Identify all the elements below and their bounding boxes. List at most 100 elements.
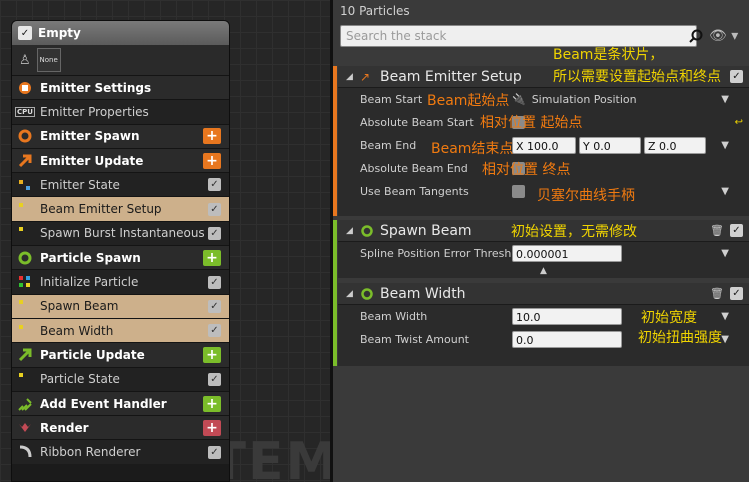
module-enable-checkbox[interactable]: ✓ xyxy=(208,299,221,313)
beam-twist-field[interactable]: 0.0 xyxy=(512,331,622,348)
node-row[interactable]: Beam Emitter Setup ✓ xyxy=(12,196,229,221)
node-row[interactable]: Add Event Handler + xyxy=(12,390,229,416)
node-row-label: Add Event Handler xyxy=(40,396,167,411)
add-module-button[interactable]: + xyxy=(203,346,221,363)
module-enable-checkbox[interactable]: ✓ xyxy=(208,372,221,386)
node-row[interactable]: Emitter Settings xyxy=(12,75,229,100)
beam-width-field[interactable]: 10.0 xyxy=(512,308,622,325)
dropdown-arrow-icon[interactable]: ▼ xyxy=(721,334,729,345)
cpu-icon: CPU xyxy=(15,106,35,117)
node-row-label: Particle State xyxy=(40,372,120,387)
node-row[interactable]: Render + xyxy=(12,415,229,440)
node-row[interactable]: Emitter Spawn + xyxy=(12,123,229,148)
dropdown-arrow-icon[interactable]: ▼ xyxy=(721,311,729,322)
beam-end-x-field[interactable]: X 100.0 xyxy=(512,137,576,154)
module-header[interactable]: ◢ Beam Width 🗑 ✓ xyxy=(338,283,749,305)
selection-stack-panel: 10 Particles Search the stack 👁 ▾ ◢ ↗ Be… xyxy=(333,0,749,482)
param-beam-end: Beam End X 100.0 Y 0.0 Z 0.0 ▼ xyxy=(338,134,749,157)
stack-title: 10 Particles xyxy=(340,4,410,18)
node-row-label: Render xyxy=(40,420,89,435)
node-title-bar[interactable]: ✓ Empty xyxy=(12,21,229,45)
module-enable-checkbox[interactable]: ✓ xyxy=(208,202,221,216)
annotation-abs-start: 相对位置 起始点 xyxy=(480,115,583,131)
annotation-twist: 初始扭曲强度 xyxy=(638,330,722,346)
event-handler-icon xyxy=(16,395,34,413)
node-row[interactable]: Ribbon Renderer ✓ xyxy=(12,439,229,464)
add-module-button[interactable]: + xyxy=(203,249,221,266)
add-module-button[interactable]: + xyxy=(203,395,221,412)
beam-end-z-field[interactable]: Z 0.0 xyxy=(644,137,706,154)
spline-error-field[interactable]: 0.000001 xyxy=(512,245,622,262)
emitter-enable-checkbox[interactable]: ✓ xyxy=(18,26,32,40)
trash-icon[interactable]: 🗑 xyxy=(710,224,724,237)
emitter-spawn-icon xyxy=(16,127,34,145)
search-icon[interactable] xyxy=(689,29,703,43)
module-enable-checkbox[interactable]: ✓ xyxy=(208,275,221,289)
emitter-stage-bar xyxy=(333,66,337,216)
dropdown-arrow-icon[interactable]: ▼ xyxy=(721,140,729,151)
node-row-label: Emitter Spawn xyxy=(40,129,140,144)
figure-icon: ♙ xyxy=(19,52,31,68)
collapse-arrow-icon[interactable]: ◢ xyxy=(346,289,360,299)
node-row[interactable]: Initialize Particle ✓ xyxy=(12,269,229,294)
annotation-spawn-beam: 初始设置，无需修改 xyxy=(511,224,637,240)
node-row[interactable]: Particle Spawn + xyxy=(12,245,229,270)
dot-icon xyxy=(16,224,34,242)
module-enable-checkbox[interactable]: ✓ xyxy=(208,178,221,192)
add-module-button[interactable]: + xyxy=(203,128,221,145)
node-row[interactable]: Particle Update + xyxy=(12,342,229,367)
node-row-label: Spawn Burst Instantaneous xyxy=(40,226,205,241)
particle-stage-bar xyxy=(333,220,337,366)
module-arrow-icon: ↗ xyxy=(360,69,371,84)
collapse-arrow-icon[interactable]: ◢ xyxy=(346,226,360,236)
node-row[interactable]: Emitter State ✓ xyxy=(12,172,229,197)
node-row-label: Emitter Update xyxy=(40,153,144,168)
thumbnail[interactable]: None xyxy=(36,48,61,72)
emitter-settings-icon xyxy=(16,79,34,97)
module-enable-checkbox[interactable]: ✓ xyxy=(208,445,221,459)
node-row-label: Spawn Beam xyxy=(40,299,119,314)
dot-icon xyxy=(16,297,34,315)
add-module-button[interactable]: + xyxy=(203,419,221,436)
dropdown-arrow-icon[interactable]: ▼ xyxy=(721,186,729,197)
node-row[interactable]: Particle State ✓ xyxy=(12,366,229,391)
render-icon xyxy=(16,419,34,437)
trash-icon[interactable]: 🗑 xyxy=(710,287,724,300)
module-enable-checkbox[interactable]: ✓ xyxy=(730,70,743,83)
node-row[interactable]: Spawn Beam ✓ xyxy=(12,293,229,318)
collapse-arrow-icon[interactable]: ◢ xyxy=(346,72,360,82)
reset-icon[interactable]: ↩ xyxy=(735,117,743,128)
use-beam-tangents-checkbox[interactable] xyxy=(512,185,525,198)
module-circle-icon xyxy=(360,224,374,238)
beam-start-value[interactable]: Simulation Position xyxy=(532,93,637,106)
expand-arrow-icon[interactable]: ▲ xyxy=(540,266,547,276)
add-module-button[interactable]: + xyxy=(203,152,221,169)
annotation-beam-start: Beam起始点 xyxy=(427,93,510,109)
module-enable-checkbox[interactable]: ✓ xyxy=(208,324,221,338)
eye-visibility-icon[interactable]: 👁 ▾ xyxy=(709,28,738,44)
state-icon xyxy=(16,176,34,194)
ribbon-icon xyxy=(16,443,34,461)
annotation-abs-end: 相对位置 终点 xyxy=(482,162,571,178)
module-title: Beam Width xyxy=(380,285,466,302)
particle-update-icon xyxy=(16,346,34,364)
module-enable-checkbox[interactable]: ✓ xyxy=(208,226,221,240)
plug-icon: 🔌 xyxy=(512,93,526,106)
node-row[interactable]: Beam Width ✓ xyxy=(12,317,229,343)
node-row[interactable]: Spawn Burst Instantaneous ✓ xyxy=(12,220,229,246)
node-row[interactable]: Emitter Update + xyxy=(12,147,229,173)
emitter-node[interactable]: ✓ Empty ♙ None Emitter Settings CPU Emitte… xyxy=(11,20,230,482)
node-row-label: Particle Spawn xyxy=(40,250,141,265)
module-enable-checkbox[interactable]: ✓ xyxy=(730,287,743,300)
beam-end-y-field[interactable]: Y 0.0 xyxy=(579,137,641,154)
node-row[interactable]: CPU Emitter Properties xyxy=(12,99,229,124)
dropdown-arrow-icon[interactable]: ▼ xyxy=(721,94,729,105)
dot-icon xyxy=(16,200,34,218)
dot-icon xyxy=(16,370,34,388)
module-enable-checkbox[interactable]: ✓ xyxy=(730,224,743,237)
node-row-label: Initialize Particle xyxy=(40,275,139,290)
graph-canvas[interactable]: SYSTEM ✓ Empty ♙ None Emitter SettingsCP… xyxy=(0,0,330,482)
node-rows: Emitter Settings CPU Emitter Properties Emi… xyxy=(12,75,229,464)
particle-spawn-icon xyxy=(16,249,34,267)
dropdown-arrow-icon[interactable]: ▼ xyxy=(721,248,729,259)
